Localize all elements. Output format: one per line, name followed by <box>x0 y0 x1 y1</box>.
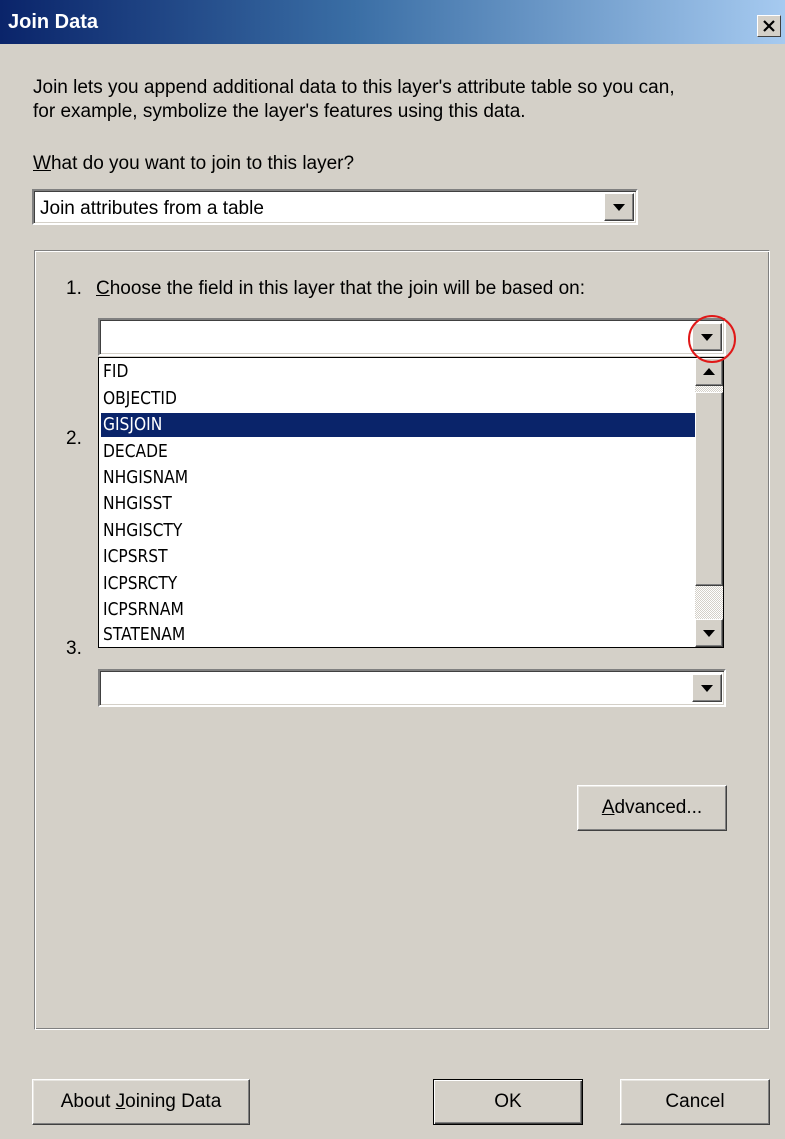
join-type-label: What do you want to join to this layer? <box>33 153 355 174</box>
list-item[interactable]: ICPSRST <box>103 545 168 569</box>
step2-number: 2. <box>66 428 82 449</box>
selection-highlight <box>101 413 695 437</box>
join-type-dropdown-button[interactable] <box>604 193 634 221</box>
list-item[interactable]: OBJECTID <box>103 387 177 411</box>
list-scrollbar[interactable] <box>695 358 723 647</box>
step3-dropdown-button[interactable] <box>692 674 722 702</box>
step1-number: 1. <box>66 278 82 299</box>
chevron-down-icon <box>701 685 713 692</box>
list-item[interactable]: ICPSRCTY <box>103 572 177 596</box>
list-item[interactable]: NHGISST <box>103 492 172 516</box>
list-item-selected[interactable]: GISJOIN <box>103 413 162 437</box>
advanced-button[interactable]: Advanced... <box>577 785 727 831</box>
list-item[interactable]: NHGISCTY <box>103 519 182 543</box>
list-item[interactable]: FID <box>103 360 128 384</box>
list-item[interactable]: DECADE <box>103 440 168 464</box>
step1-label: Choose the field in this layer that the … <box>96 278 586 299</box>
cancel-button[interactable]: Cancel <box>620 1079 770 1125</box>
intro-line-1: Join lets you append additional data to … <box>33 77 675 98</box>
window-title: Join Data <box>8 11 99 33</box>
scroll-down-button[interactable] <box>695 619 723 647</box>
step3-field-select[interactable] <box>98 669 726 707</box>
chevron-down-icon <box>701 334 713 341</box>
ok-button[interactable]: OK <box>433 1079 583 1125</box>
chevron-down-icon <box>613 204 625 211</box>
close-button[interactable] <box>757 15 781 37</box>
intro-line-2: for example, symbolize the layer's featu… <box>33 101 526 122</box>
list-item[interactable]: NHGISNAM <box>103 466 188 490</box>
join-type-value: Join attributes from a table <box>40 198 264 219</box>
scroll-thumb[interactable] <box>695 392 723 586</box>
join-type-select[interactable]: Join attributes from a table <box>32 189 638 225</box>
step3-number: 3. <box>66 638 82 659</box>
scroll-up-button[interactable] <box>695 358 723 386</box>
title-bar[interactable]: Join Data <box>0 0 785 44</box>
list-item[interactable]: ICPSRNAM <box>103 598 184 622</box>
list-item[interactable]: STATENAM <box>103 623 185 647</box>
step1-dropdown-list[interactable]: FID OBJECTID GISJOIN DECADE NHGISNAM NHG… <box>98 357 724 648</box>
step1-dropdown-button[interactable] <box>692 323 722 351</box>
step1-field-select[interactable] <box>98 318 726 356</box>
close-icon <box>763 20 775 32</box>
scroll-up-icon <box>703 368 715 375</box>
scroll-down-icon <box>703 630 715 637</box>
about-joining-data-button[interactable]: About Joining Data <box>32 1079 250 1125</box>
